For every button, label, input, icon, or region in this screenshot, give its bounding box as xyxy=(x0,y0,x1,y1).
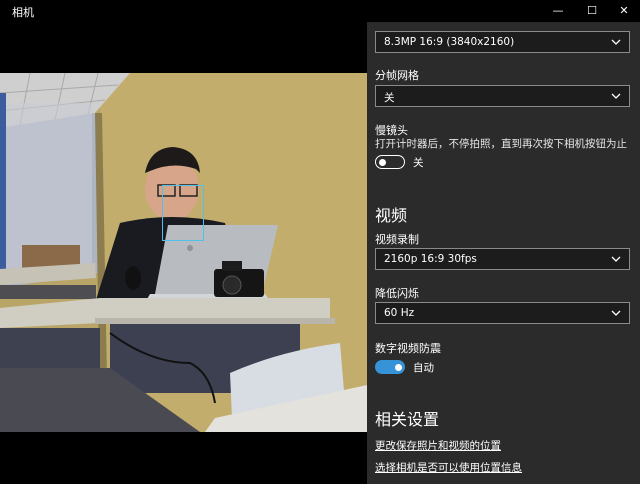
location-permission-link[interactable]: 选择相机是否可以使用位置信息 xyxy=(375,460,522,475)
close-button[interactable]: ✕ xyxy=(608,0,640,22)
digital-stabilization-label: 数字视频防震 xyxy=(375,342,441,355)
settings-panel: 8.3MP 16:9 (3840x2160) 分帧网格 关 慢镜头 打开计时器后… xyxy=(367,22,640,484)
flicker-reduction-value: 60 Hz xyxy=(384,307,415,319)
time-lapse-state: 关 xyxy=(413,157,424,169)
framing-grid-dropdown[interactable]: 关 xyxy=(375,85,630,107)
minimize-button[interactable]: — xyxy=(542,0,574,22)
chevron-down-icon xyxy=(611,93,621,99)
chevron-down-icon xyxy=(611,310,621,316)
camera-viewfinder-image xyxy=(0,73,367,432)
time-lapse-toggle[interactable] xyxy=(375,155,405,169)
video-section-heading: 视频 xyxy=(375,206,408,225)
framing-grid-label: 分帧网格 xyxy=(375,69,419,82)
photo-resolution-value: 8.3MP 16:9 (3840x2160) xyxy=(384,36,515,48)
video-recording-label: 视频录制 xyxy=(375,233,419,246)
digital-stabilization-toggle[interactable] xyxy=(375,360,405,374)
time-lapse-description: 打开计时器后，不停拍照，直到再次按下相机按钮为止 xyxy=(375,138,627,150)
digital-stabilization-state: 自动 xyxy=(413,362,434,374)
chevron-down-icon xyxy=(611,256,621,262)
face-detection-icon xyxy=(162,185,204,241)
framing-grid-value: 关 xyxy=(384,92,395,104)
window-title: 相机 xyxy=(12,6,34,19)
toggle-knob xyxy=(379,158,386,166)
video-recording-value: 2160p 16:9 30fps xyxy=(384,253,477,265)
chevron-down-icon xyxy=(611,39,621,45)
flicker-reduction-label: 降低闪烁 xyxy=(375,287,419,300)
video-recording-dropdown[interactable]: 2160p 16:9 30fps xyxy=(375,248,630,270)
maximize-button[interactable]: ☐ xyxy=(576,0,608,22)
flicker-reduction-dropdown[interactable]: 60 Hz xyxy=(375,302,630,324)
toggle-knob xyxy=(395,363,402,371)
change-save-location-link[interactable]: 更改保存照片和视频的位置 xyxy=(375,438,501,453)
title-bar: 相机 — ☐ ✕ xyxy=(0,0,640,22)
camera-preview[interactable] xyxy=(0,22,367,484)
related-settings-heading: 相关设置 xyxy=(375,410,440,429)
photo-resolution-dropdown[interactable]: 8.3MP 16:9 (3840x2160) xyxy=(375,31,630,53)
